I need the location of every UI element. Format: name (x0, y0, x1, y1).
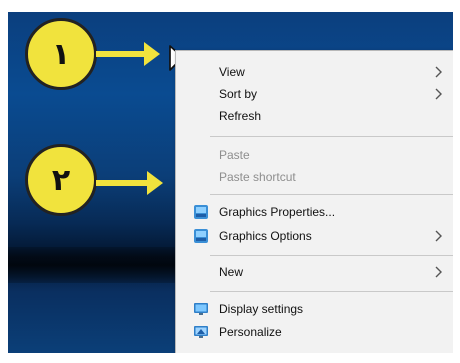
menu-item-sort-by-label: Sort by (219, 87, 258, 101)
menu-item-graphics-options-label: Graphics Options (219, 229, 312, 243)
chevron-right-icon (435, 230, 442, 242)
chevron-right-icon (435, 88, 442, 100)
menu-item-paste-label: Paste (219, 148, 250, 162)
chevron-right-icon (435, 66, 442, 78)
menu-item-new[interactable]: New (176, 261, 453, 283)
menu-item-display-settings-label: Display settings (219, 302, 304, 316)
menu-separator (210, 291, 453, 292)
menu-item-personalize-label: Personalize (219, 325, 282, 339)
menu-item-refresh[interactable]: Refresh (176, 105, 453, 127)
callout-badge-2: ٢ (25, 144, 97, 216)
chevron-right-icon (435, 266, 442, 278)
menu-item-graphics-properties-label: Graphics Properties... (219, 205, 336, 219)
callout-arrow-1 (96, 42, 160, 66)
display-icon (194, 303, 208, 315)
menu-item-graphics-options[interactable]: Graphics Options (176, 225, 453, 247)
menu-separator (210, 255, 453, 256)
desktop-context-menu: View Sort by Refresh Paste Paste shortcu… (175, 50, 453, 353)
graphics-icon (194, 205, 208, 219)
menu-item-graphics-properties[interactable]: Graphics Properties... (176, 201, 453, 223)
menu-item-personalize[interactable]: Personalize (176, 321, 453, 343)
callout-arrow-2 (96, 171, 163, 195)
menu-item-sort-by[interactable]: Sort by (176, 83, 453, 105)
menu-item-view-label: View (219, 65, 245, 79)
menu-item-paste-shortcut[interactable]: Paste shortcut (176, 166, 453, 188)
menu-item-display-settings[interactable]: Display settings (176, 298, 453, 320)
menu-item-refresh-label: Refresh (219, 109, 262, 123)
desktop-screenshot: ١ ٢ View Sort by Refresh Paste Paste sho… (8, 12, 453, 353)
menu-item-view[interactable]: View (176, 61, 453, 83)
personalize-icon (194, 326, 208, 338)
menu-item-paste[interactable]: Paste (176, 144, 453, 166)
menu-separator (210, 136, 453, 137)
menu-item-new-label: New (219, 265, 244, 279)
menu-separator (210, 194, 453, 195)
callout-badge-1: ١ (25, 18, 97, 90)
graphics-icon (194, 229, 208, 243)
menu-item-paste-shortcut-label: Paste shortcut (219, 170, 296, 184)
